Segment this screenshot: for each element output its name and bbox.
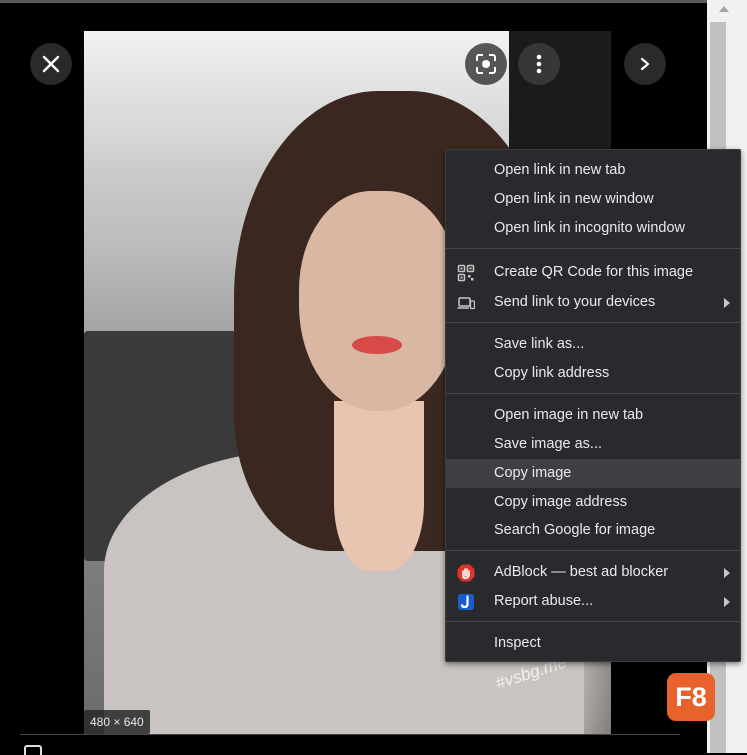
more-vert-icon xyxy=(536,54,542,74)
menu-separator xyxy=(446,322,740,323)
chevron-right-icon xyxy=(640,57,650,71)
menu-item-search-google-for-image[interactable]: Search Google for image xyxy=(446,516,740,545)
menu-item-inspect[interactable]: Inspect xyxy=(446,629,740,658)
menu-item-save-link-as[interactable]: Save link as... xyxy=(446,330,740,359)
scroll-up-arrow-icon[interactable] xyxy=(719,6,729,12)
menu-item-open-link-new-window[interactable]: Open link in new window xyxy=(446,185,740,214)
devices-icon xyxy=(457,297,475,310)
menu-item-send-link-to-devices[interactable]: Send link to your devices xyxy=(446,288,740,317)
f8-badge[interactable]: F8 xyxy=(667,673,715,721)
next-image-button[interactable] xyxy=(624,43,666,85)
google-lens-button[interactable] xyxy=(465,43,507,85)
close-icon xyxy=(42,55,60,73)
menu-item-copy-image[interactable]: Copy image xyxy=(446,459,740,488)
submenu-arrow-icon xyxy=(724,298,730,308)
submenu-arrow-icon xyxy=(724,597,730,607)
image-dimensions-badge: 480 × 640 xyxy=(84,710,150,734)
menu-separator xyxy=(446,248,740,249)
close-button[interactable] xyxy=(30,43,72,85)
top-border xyxy=(0,0,707,3)
menu-item-copy-image-address[interactable]: Copy image address xyxy=(446,488,740,517)
menu-item-create-qr-code[interactable]: Create QR Code for this image xyxy=(446,258,740,287)
report-abuse-icon xyxy=(458,594,474,610)
context-menu: Open link in new tab Open link in new wi… xyxy=(445,149,741,662)
google-lens-icon xyxy=(476,54,496,74)
menu-item-open-image-new-tab[interactable]: Open image in new tab xyxy=(446,401,740,430)
menu-item-save-image-as[interactable]: Save image as... xyxy=(446,430,740,459)
submenu-arrow-icon xyxy=(724,568,730,578)
qr-code-icon xyxy=(457,264,475,282)
menu-item-open-link-new-tab[interactable]: Open link in new tab xyxy=(446,156,740,185)
menu-item-report-abuse[interactable]: Report abuse... xyxy=(446,587,740,616)
bottom-divider xyxy=(20,734,680,735)
menu-item-adblock[interactable]: AdBlock — best ad blocker xyxy=(446,558,740,587)
page-icon xyxy=(24,745,42,755)
adblock-hand-icon xyxy=(457,564,475,582)
menu-separator xyxy=(446,393,740,394)
more-options-button[interactable] xyxy=(518,43,560,85)
menu-item-open-link-incognito[interactable]: Open link in incognito window xyxy=(446,214,740,243)
menu-item-copy-link-address[interactable]: Copy link address xyxy=(446,359,740,388)
menu-separator xyxy=(446,621,740,622)
menu-separator xyxy=(446,550,740,551)
